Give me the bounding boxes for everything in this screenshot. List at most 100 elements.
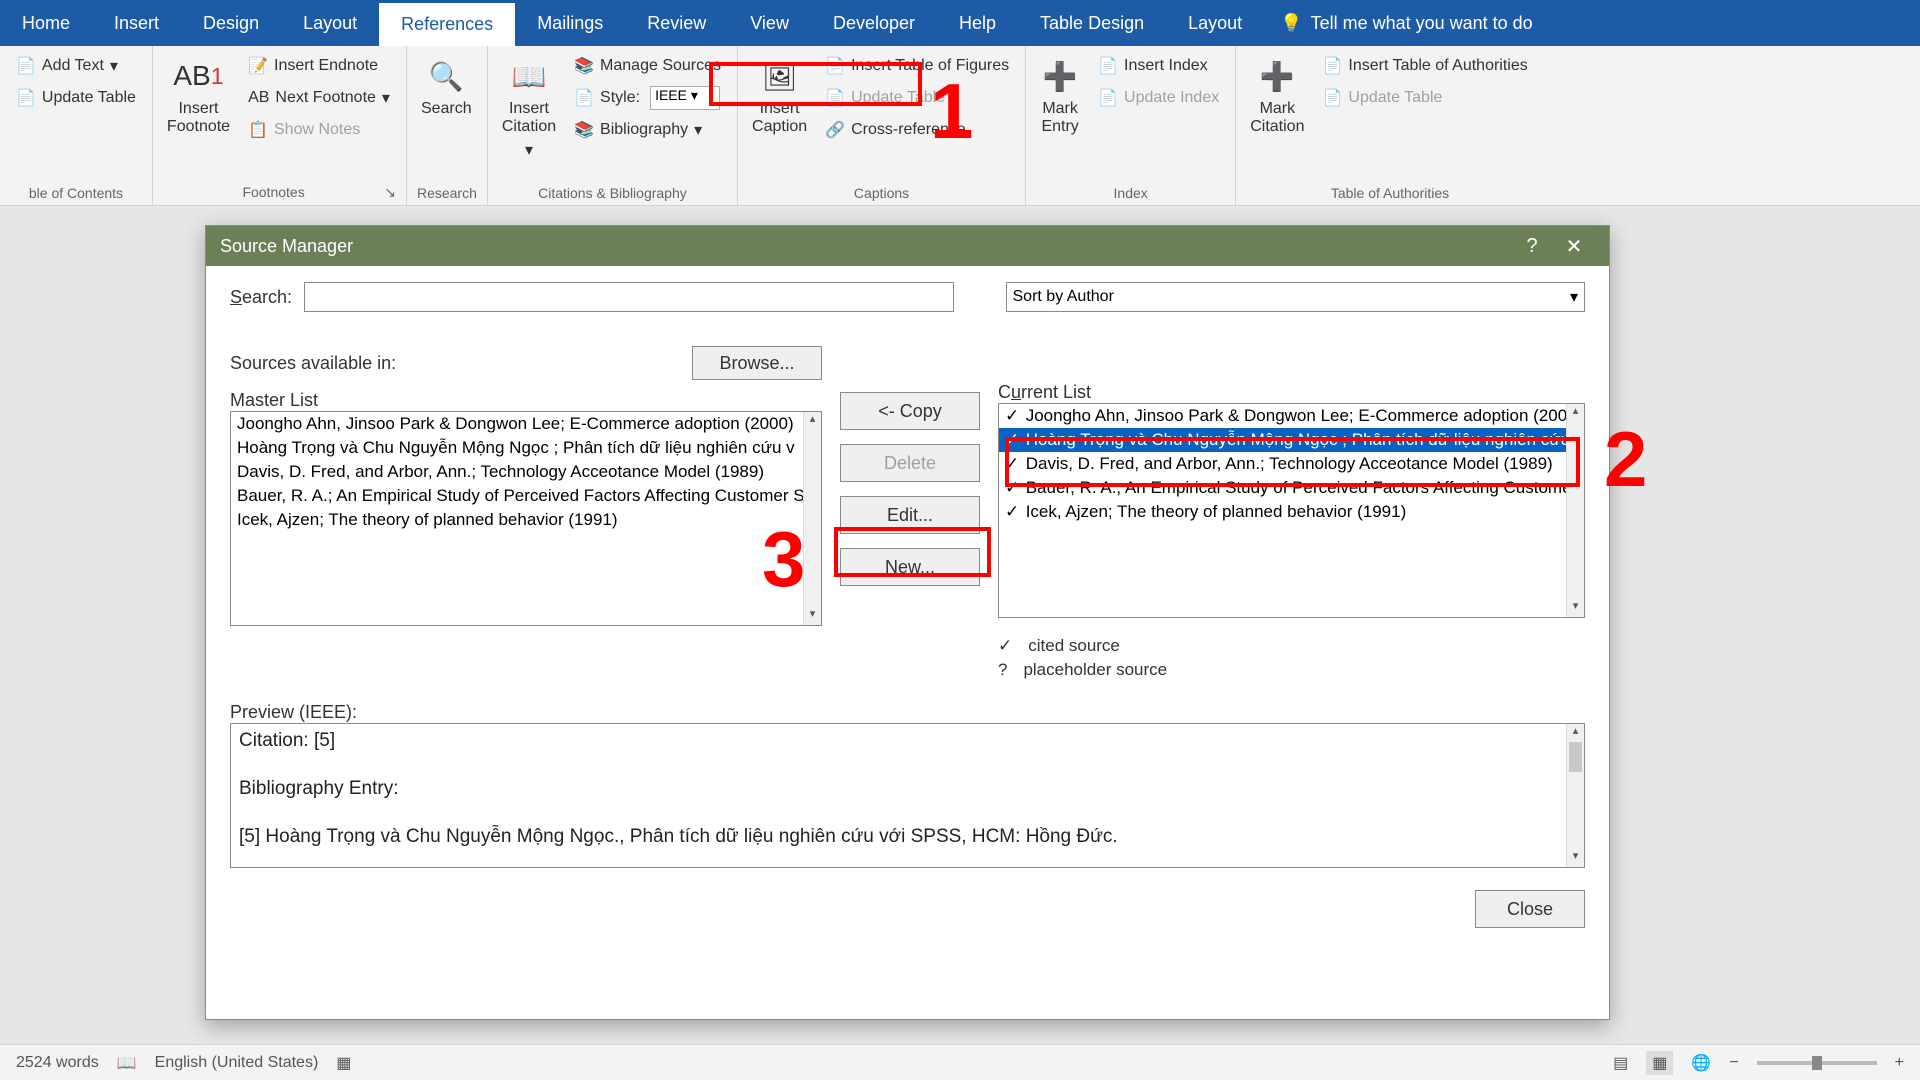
group-label: Index bbox=[1036, 183, 1225, 203]
preview-bib-label: Bibliography Entry: bbox=[239, 778, 1576, 800]
master-listbox[interactable]: Joongho Ahn, Jinsoo Park & Dongwon Lee; … bbox=[230, 411, 822, 626]
insert-footnote-button[interactable]: AB1 Insert Footnote bbox=[163, 52, 234, 140]
dialog-launcher-icon[interactable]: ↘ bbox=[384, 184, 396, 201]
show-notes-button[interactable]: 📋Show Notes bbox=[242, 116, 396, 144]
tab-home[interactable]: Home bbox=[0, 0, 92, 46]
list-item[interactable]: Davis, D. Fred, and Arbor, Ann.; Technol… bbox=[231, 460, 821, 484]
sort-select[interactable]: Sort by Author▾ bbox=[1006, 282, 1586, 312]
insert-tof-button[interactable]: 📄Insert Table of Figures bbox=[819, 52, 1015, 80]
tab-design[interactable]: Design bbox=[181, 0, 281, 46]
tab-layout[interactable]: Layout bbox=[281, 0, 379, 46]
help-button[interactable]: ? bbox=[1511, 235, 1553, 258]
list-item[interactable]: Joongho Ahn, Jinsoo Park & Dongwon Lee; … bbox=[231, 412, 821, 436]
insert-index-button[interactable]: 📄Insert Index bbox=[1092, 52, 1225, 80]
browse-button[interactable]: Browse... bbox=[692, 346, 822, 380]
annotation-number-1: 1 bbox=[930, 72, 973, 150]
source-manager-dialog: Source Manager ? ✕ Search: Sort by Autho… bbox=[205, 225, 1610, 1020]
group-toc: 📄Add Text▾ 📄Update Table ble of Contents bbox=[0, 46, 153, 205]
annotation-number-2: 2 bbox=[1604, 420, 1647, 498]
bulb-icon: 💡 bbox=[1280, 13, 1302, 34]
bibliography-icon: 📚 bbox=[574, 120, 594, 140]
edit-button[interactable]: Edit... bbox=[840, 496, 980, 534]
tell-me[interactable]: 💡 Tell me what you want to do bbox=[1264, 0, 1549, 46]
tab-review[interactable]: Review bbox=[625, 0, 728, 46]
annotation-number-3: 3 bbox=[762, 520, 805, 598]
copy-button[interactable]: <- Copy bbox=[840, 392, 980, 430]
word-count[interactable]: 2524 words bbox=[16, 1054, 99, 1072]
mark-citation-icon: ➕ bbox=[1257, 56, 1297, 96]
language[interactable]: English (United States) bbox=[155, 1054, 319, 1072]
scrollbar[interactable]: ▴▾ bbox=[1566, 724, 1584, 867]
delete-button[interactable]: Delete bbox=[840, 444, 980, 482]
tof-icon: 📄 bbox=[825, 56, 845, 76]
insert-citation-button[interactable]: 📖 Insert Citation▾ bbox=[498, 52, 560, 164]
tab-developer[interactable]: Developer bbox=[811, 0, 937, 46]
update-icon: 📄 bbox=[16, 88, 36, 108]
zoom-slider[interactable] bbox=[1757, 1061, 1877, 1065]
ribbon-tabs: Home Insert Design Layout References Mai… bbox=[0, 0, 1920, 46]
mark-citation-button[interactable]: ➕ Mark Citation bbox=[1246, 52, 1308, 140]
update-table-button[interactable]: 📄Update Table bbox=[10, 84, 142, 112]
list-item[interactable]: ✓ Joongho Ahn, Jinsoo Park & Dongwon Lee… bbox=[999, 404, 1584, 428]
group-label: ble of Contents bbox=[10, 183, 142, 203]
zoom-in-icon[interactable]: + bbox=[1895, 1054, 1904, 1072]
list-item[interactable]: ✓ Bauer, R. A.; An Empirical Study of Pe… bbox=[999, 476, 1584, 500]
close-icon[interactable]: ✕ bbox=[1553, 234, 1595, 259]
manage-sources-icon: 📚 bbox=[574, 56, 594, 76]
style-select[interactable]: IEEE ▾ bbox=[650, 86, 720, 110]
update-table-button[interactable]: 📄Update Table bbox=[819, 84, 1015, 112]
tab-view[interactable]: View bbox=[728, 0, 811, 46]
new-button[interactable]: New... bbox=[840, 548, 980, 586]
cited-legend: ✓cited source bbox=[998, 636, 1585, 656]
chevron-down-icon: ▾ bbox=[1570, 287, 1578, 307]
mark-entry-button[interactable]: ➕ Mark Entry bbox=[1036, 52, 1084, 140]
group-footnotes: AB1 Insert Footnote 📝Insert Endnote ABNe… bbox=[153, 46, 407, 205]
insert-endnote-button[interactable]: 📝Insert Endnote bbox=[242, 52, 396, 80]
tab-mailings[interactable]: Mailings bbox=[515, 0, 625, 46]
update-table-button[interactable]: 📄Update Table bbox=[1316, 84, 1533, 112]
list-item[interactable]: ✓ Davis, D. Fred, and Arbor, Ann.; Techn… bbox=[999, 452, 1584, 476]
add-text-button[interactable]: 📄Add Text▾ bbox=[10, 52, 142, 80]
zoom-out-icon[interactable]: − bbox=[1729, 1054, 1738, 1072]
print-layout-icon[interactable]: ▦ bbox=[1646, 1051, 1673, 1075]
tab-insert[interactable]: Insert bbox=[92, 0, 181, 46]
update-icon: 📄 bbox=[1098, 88, 1118, 108]
next-footnote-icon: AB bbox=[248, 89, 269, 107]
search-button[interactable]: 🔍 Search bbox=[417, 52, 476, 122]
next-footnote-button[interactable]: ABNext Footnote▾ bbox=[242, 84, 396, 112]
scrollbar[interactable]: ▴▾ bbox=[803, 412, 821, 625]
list-item[interactable]: ✓ Icek, Ajzen; The theory of planned beh… bbox=[999, 500, 1584, 524]
bibliography-button[interactable]: 📚Bibliography▾ bbox=[568, 116, 727, 144]
group-label: Table of Authorities bbox=[1246, 183, 1534, 203]
search-input[interactable] bbox=[304, 282, 953, 312]
list-item[interactable]: Icek, Ajzen; The theory of planned behav… bbox=[231, 508, 821, 532]
tab-table-design[interactable]: Table Design bbox=[1018, 0, 1166, 46]
current-listbox[interactable]: ✓ Joongho Ahn, Jinsoo Park & Dongwon Lee… bbox=[998, 403, 1585, 618]
list-item[interactable]: ✓ Hoàng Trọng và Chu Nguyễn Mộng Ngọc ; … bbox=[999, 428, 1584, 452]
web-layout-icon[interactable]: 🌐 bbox=[1691, 1053, 1711, 1073]
preview-box: Citation: [5] Bibliography Entry: [5] Ho… bbox=[230, 723, 1585, 868]
update-index-button[interactable]: 📄Update Index bbox=[1092, 84, 1225, 112]
spellcheck-icon[interactable]: 📖 bbox=[117, 1053, 137, 1073]
manage-sources-button[interactable]: 📚Manage Sources bbox=[568, 52, 727, 80]
list-item[interactable]: Hoàng Trọng và Chu Nguyễn Mộng Ngọc ; Ph… bbox=[231, 436, 821, 460]
read-mode-icon[interactable]: ▤ bbox=[1613, 1053, 1628, 1073]
tell-me-label: Tell me what you want to do bbox=[1311, 13, 1533, 34]
scrollbar[interactable]: ▴▾ bbox=[1566, 404, 1584, 617]
update-icon: 📄 bbox=[825, 88, 845, 108]
insert-caption-button[interactable]: 🖼 Insert Caption bbox=[748, 52, 811, 140]
status-bar: 2524 words 📖 English (United States) ▦ ▤… bbox=[0, 1044, 1920, 1080]
insert-toa-button[interactable]: 📄Insert Table of Authorities bbox=[1316, 52, 1533, 80]
tab-references[interactable]: References bbox=[379, 0, 515, 46]
close-button[interactable]: Close bbox=[1475, 890, 1585, 928]
group-citations: 📖 Insert Citation▾ 📚Manage Sources 📄Styl… bbox=[488, 46, 738, 205]
endnote-icon: 📝 bbox=[248, 56, 268, 76]
tab-layout2[interactable]: Layout bbox=[1166, 0, 1264, 46]
master-list-label: Master List bbox=[230, 390, 318, 410]
list-item[interactable]: Bauer, R. A.; An Empirical Study of Perc… bbox=[231, 484, 821, 508]
current-list-label: Current List bbox=[998, 382, 1091, 402]
macro-icon[interactable]: ▦ bbox=[336, 1053, 351, 1073]
style-label: 📄Style: bbox=[568, 84, 646, 112]
cross-reference-button[interactable]: 🔗Cross-reference bbox=[819, 116, 1015, 144]
tab-help[interactable]: Help bbox=[937, 0, 1018, 46]
